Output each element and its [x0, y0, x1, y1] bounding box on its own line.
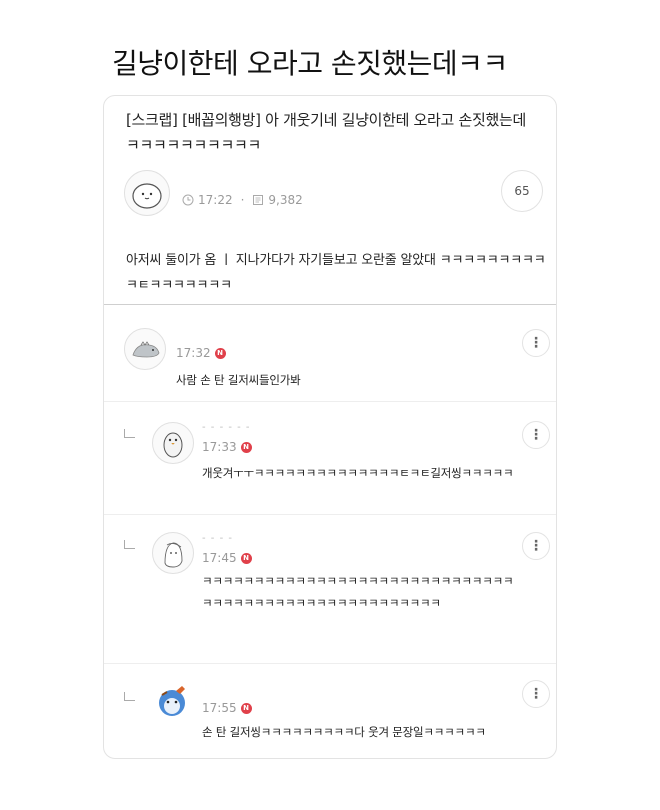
blob-character-icon — [132, 183, 162, 209]
comment-time-text: 17:33 — [202, 440, 237, 454]
comment-avatar[interactable] — [152, 681, 192, 721]
comment-time: 17:33 N — [202, 440, 252, 454]
cartoon-character-icon — [159, 686, 185, 716]
author-avatar[interactable] — [124, 170, 170, 216]
more-options-button[interactable]: ⋮ — [522, 329, 550, 357]
more-options-button[interactable]: ⋮ — [522, 680, 550, 708]
post-title[interactable]: [스크랩] [배꼽의행방] 아 개웃기네 길냥이한테 오라고 손짓했는데ㅋㅋㅋㅋ… — [126, 108, 536, 158]
clock-icon — [182, 194, 194, 206]
views-icon — [253, 195, 264, 205]
more-options-button[interactable]: ⋮ — [522, 421, 550, 449]
comment-count-button[interactable]: 65 — [501, 170, 543, 212]
comment-text: 손 탄 길저씽ㅋㅋㅋㅋㅋㅋㅋㅋㅋ다 웃겨 문장일ㅋㅋㅋㅋㅋㅋ — [202, 725, 486, 739]
comment-time: 17:32 N — [176, 346, 226, 360]
reply-arrow-icon — [124, 429, 135, 438]
comment-text: 사람 손 탄 길저씨들인가봐 — [176, 373, 301, 387]
page-title: 길냥이한테 오라고 손짓했는데ㅋㅋ — [112, 47, 508, 80]
post-divider — [104, 304, 556, 305]
comment-time: 17:45 N — [202, 551, 252, 565]
new-badge: N — [214, 347, 226, 359]
comment-divider — [104, 663, 556, 664]
comment-divider — [104, 401, 556, 402]
comment-avatar[interactable] — [152, 422, 194, 464]
comment-nickname: - - - - - - — [202, 422, 251, 433]
more-options-button[interactable]: ⋮ — [522, 532, 550, 560]
new-badge: N — [240, 441, 252, 453]
post-body: 아저씨 둘이가 옴 ㅣ 지나가다가 자기들보고 오란줄 알았대 ㅋㅋㅋㅋㅋㅋㅋㅋ… — [126, 253, 546, 293]
comment-text: 개웃겨ㅜㅜㅋㅋㅋㅋㅋㅋㅋㅋㅋㅋㅋㅋㅋㅋㅌㅋㅌ길저씽ㅋㅋㅋㅋㅋ — [202, 466, 514, 480]
new-badge: N — [240, 552, 252, 564]
dinosaur-icon — [132, 341, 160, 358]
comment-time-text: 17:32 — [176, 346, 211, 360]
comment-avatar[interactable] — [152, 532, 194, 574]
post-card: [스크랩] [배꼽의행방] 아 개웃기네 길냥이한테 오라고 손짓했는데ㅋㅋㅋㅋ… — [103, 95, 557, 759]
sketch-girl-icon — [164, 542, 183, 568]
reply-arrow-icon — [124, 540, 135, 549]
post-time: 17:22 — [198, 193, 233, 207]
penguin-icon — [163, 432, 183, 458]
comment-time-text: 17:45 — [202, 551, 237, 565]
comment-time: 17:55 N — [202, 701, 252, 715]
comment-avatar[interactable] — [124, 328, 166, 370]
comment-text: ㅋㅋㅋㅋㅋㅋㅋㅋㅋㅋㅋㅋㅋㅋㅋㅋㅋㅋㅋㅋㅋㅋㅋㅋㅋㅋㅋㅋㅋㅋㅋㅋㅋㅋㅋㅋㅋㅋㅋㅋ… — [202, 574, 514, 610]
meta-separator: · — [240, 193, 245, 207]
new-badge: N — [240, 702, 252, 714]
post-views: 9,382 — [268, 193, 303, 207]
comment-time-text: 17:55 — [202, 701, 237, 715]
post-meta: 17:22 · 9,382 — [182, 193, 303, 207]
comment-nickname: - - - - — [202, 533, 233, 544]
reply-arrow-icon — [124, 692, 135, 701]
comment-divider — [104, 514, 556, 515]
